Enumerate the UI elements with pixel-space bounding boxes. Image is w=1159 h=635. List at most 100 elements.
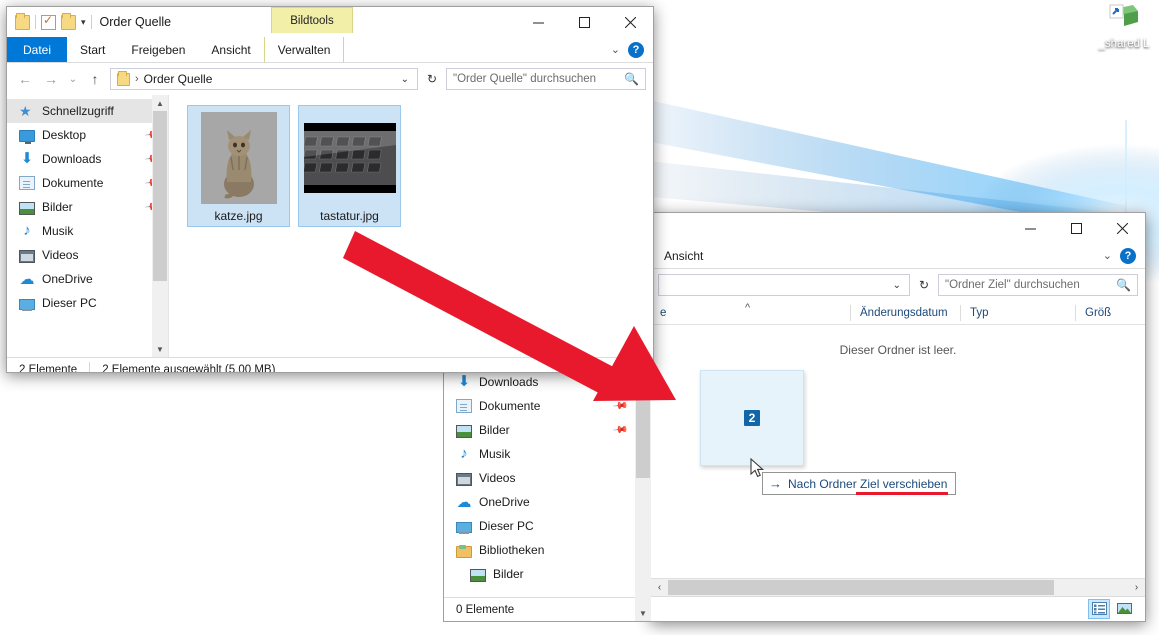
- pin-icon[interactable]: 📌: [611, 398, 628, 414]
- desktop-icon-shared-l[interactable]: _shared L: [1085, 2, 1159, 50]
- tab-verwalten[interactable]: Verwalten: [264, 37, 345, 62]
- target-address-bar[interactable]: ⌄: [658, 274, 910, 296]
- tab-start[interactable]: Start: [67, 37, 118, 62]
- quick-access-toolbar[interactable]: ▾ Order Quelle: [7, 7, 171, 37]
- target-navpane-scrollbar[interactable]: ▲ ▼: [635, 366, 651, 621]
- sidebar-item-label: Bilder: [493, 567, 636, 581]
- pin-icon[interactable]: 📌: [611, 374, 628, 390]
- source-nav-list[interactable]: SchnellzugriffDesktop📌Downloads📌Dokument…: [7, 95, 168, 315]
- sidebar-item-downloads[interactable]: Downloads📌: [7, 147, 168, 171]
- chevron-down-icon[interactable]: ▾: [81, 18, 86, 27]
- close-icon: [625, 17, 636, 28]
- details-view-icon: [1092, 602, 1107, 615]
- chevron-down-icon[interactable]: ⌄: [1103, 249, 1112, 262]
- sidebar-item-dokumente[interactable]: Dokumente📌: [444, 394, 636, 418]
- explorer-window-target-navpane-panel[interactable]: Downloads📌Dokumente📌Bilder📌MusikVideosOn…: [443, 365, 651, 622]
- sidebar-item-dieser-pc[interactable]: Dieser PC: [444, 514, 636, 538]
- navpane-scroll-thumb[interactable]: [153, 111, 167, 281]
- sidebar-item-videos[interactable]: Videos: [444, 466, 636, 490]
- chevron-down-icon[interactable]: ⌄: [611, 43, 620, 56]
- scroll-right-arrow-icon[interactable]: ›: [1128, 582, 1145, 593]
- file-tiles[interactable]: katze.jpg: [169, 95, 653, 227]
- hscroll-track[interactable]: [668, 579, 1128, 596]
- sidebar-item-bilder[interactable]: Bilder📌: [7, 195, 168, 219]
- sidebar-item-bilder[interactable]: Bilder📌: [444, 418, 636, 442]
- file-item-katze[interactable]: katze.jpg: [187, 105, 290, 227]
- column-header-size[interactable]: Größ: [1076, 305, 1136, 321]
- details-view-button[interactable]: [1088, 599, 1110, 619]
- forward-button[interactable]: →: [40, 68, 62, 90]
- refresh-button[interactable]: ↻: [422, 68, 442, 90]
- address-dropdown-icon[interactable]: ⌄: [889, 280, 905, 291]
- target-nav-list[interactable]: Downloads📌Dokumente📌Bilder📌MusikVideosOn…: [444, 366, 636, 586]
- close-button[interactable]: [607, 7, 653, 37]
- view-mode-buttons[interactable]: [1088, 599, 1145, 619]
- breadcrumb-path[interactable]: Order Quelle: [144, 72, 213, 86]
- source-file-list[interactable]: katze.jpg: [169, 95, 653, 357]
- recent-locations-button[interactable]: ⌄: [66, 68, 80, 90]
- annotation-underline: [856, 492, 948, 495]
- source-search-box[interactable]: "Order Quelle" durchsuchen 🔍: [446, 68, 646, 90]
- scroll-down-icon[interactable]: ▼: [635, 605, 651, 621]
- source-window-buttons: [515, 7, 653, 37]
- refresh-button[interactable]: ↻: [914, 274, 934, 296]
- sidebar-item-bibliotheken[interactable]: Bibliotheken: [444, 538, 636, 562]
- sidebar-item-onedrive[interactable]: OneDrive: [7, 267, 168, 291]
- target-titlebar[interactable]: [651, 213, 1145, 243]
- sidebar-item-onedrive[interactable]: OneDrive: [444, 490, 636, 514]
- hscroll-thumb[interactable]: [668, 580, 1054, 595]
- scroll-down-icon[interactable]: ▼: [152, 341, 168, 357]
- sidebar-item-dokumente[interactable]: Dokumente📌: [7, 171, 168, 195]
- sidebar-item-dieser-pc[interactable]: Dieser PC: [7, 291, 168, 315]
- source-navbar[interactable]: ← → ⌄ ↑ › Order Quelle ⌄ ↻ "Order Quelle…: [7, 63, 653, 95]
- source-address-bar[interactable]: › Order Quelle ⌄: [110, 68, 418, 90]
- target-column-headers[interactable]: e ^ Änderungsdatum Typ Größ: [651, 301, 1145, 325]
- help-icon[interactable]: ?: [628, 42, 644, 58]
- explorer-window-source[interactable]: ▾ Order Quelle Bildtools Datei Start Fre…: [6, 6, 654, 373]
- target-nav-pane[interactable]: Downloads📌Dokumente📌Bilder📌MusikVideosOn…: [444, 366, 636, 597]
- sidebar-item-desktop[interactable]: Desktop📌: [7, 123, 168, 147]
- file-item-tastatur[interactable]: tastatur.jpg: [298, 105, 401, 227]
- target-search-box[interactable]: "Ordner Ziel" durchsuchen 🔍: [938, 274, 1138, 296]
- sidebar-item-label: Dieser PC: [42, 296, 168, 310]
- source-titlebar[interactable]: ▾ Order Quelle Bildtools: [7, 7, 653, 37]
- tab-freigeben[interactable]: Freigeben: [118, 37, 198, 62]
- properties-checkbox-icon[interactable]: [41, 15, 56, 30]
- sidebar-item-bilder[interactable]: Bilder: [444, 562, 636, 586]
- tab-ansicht[interactable]: Ansicht: [651, 243, 716, 268]
- address-dropdown-icon[interactable]: ⌄: [397, 74, 413, 85]
- file-name: tastatur.jpg: [299, 209, 400, 223]
- tab-datei[interactable]: Datei: [7, 37, 67, 62]
- source-ribbon-tabs[interactable]: Datei Start Freigeben Ansicht Verwalten …: [7, 37, 653, 63]
- navpane-scroll-thumb[interactable]: [636, 382, 650, 478]
- target-navbar[interactable]: ⌄ ↻ "Ordner Ziel" durchsuchen 🔍: [651, 269, 1145, 301]
- column-header-name[interactable]: e ^: [651, 305, 851, 321]
- sidebar-item-videos[interactable]: Videos: [7, 243, 168, 267]
- help-icon[interactable]: ?: [1120, 248, 1136, 264]
- source-nav-pane[interactable]: SchnellzugriffDesktop📌Downloads📌Dokument…: [7, 95, 169, 357]
- target-ribbon-tabs[interactable]: Ansicht ⌄ ?: [651, 243, 1145, 269]
- sidebar-item-musik[interactable]: Musik: [444, 442, 636, 466]
- folder-icon[interactable]: [15, 15, 30, 30]
- tab-ansicht[interactable]: Ansicht: [198, 37, 263, 62]
- scroll-left-arrow-icon[interactable]: ‹: [651, 582, 668, 593]
- target-horizontal-scrollbar[interactable]: ‹ ›: [651, 578, 1145, 596]
- back-button[interactable]: ←: [14, 68, 36, 90]
- maximize-button[interactable]: [561, 7, 607, 37]
- source-navpane-scrollbar[interactable]: ▲ ▼: [152, 95, 168, 357]
- column-header-type[interactable]: Typ: [961, 305, 1076, 321]
- up-button[interactable]: ↑: [84, 68, 106, 90]
- new-folder-icon[interactable]: [61, 15, 76, 30]
- maximize-button[interactable]: [1053, 213, 1099, 243]
- sidebar-item-schnellzugriff[interactable]: Schnellzugriff: [7, 99, 168, 123]
- large-icons-view-button[interactable]: [1113, 599, 1135, 619]
- column-header-date[interactable]: Änderungsdatum: [851, 305, 961, 321]
- scroll-up-icon[interactable]: ▲: [152, 95, 168, 111]
- minimize-button[interactable]: [1007, 213, 1053, 243]
- close-button[interactable]: [1099, 213, 1145, 243]
- sidebar-item-musik[interactable]: Musik: [7, 219, 168, 243]
- minimize-button[interactable]: [515, 7, 561, 37]
- pin-icon[interactable]: 📌: [611, 422, 628, 438]
- file-thumbnail: [299, 110, 400, 205]
- sidebar-item-downloads[interactable]: Downloads📌: [444, 370, 636, 394]
